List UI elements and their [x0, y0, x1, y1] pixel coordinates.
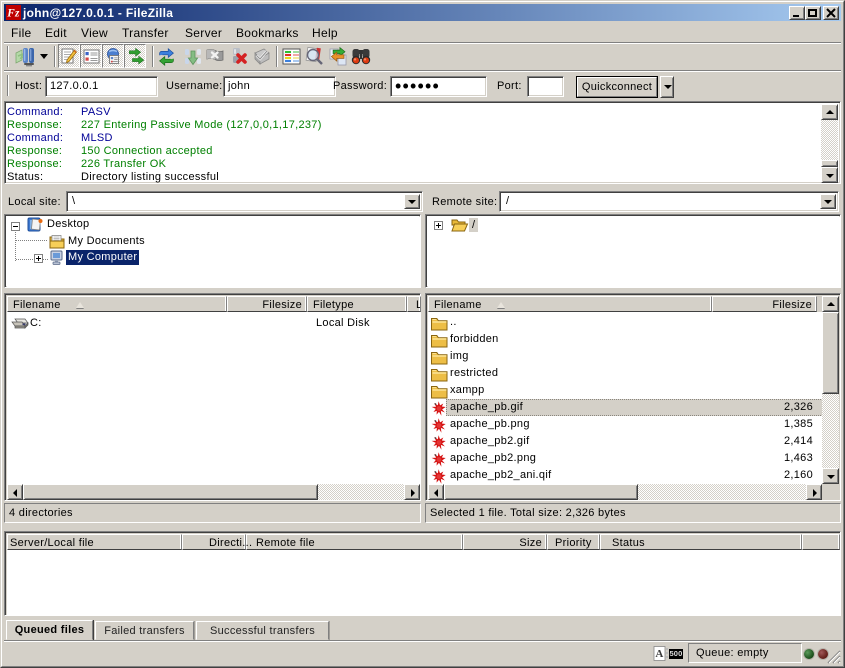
- svg-text:A: A: [655, 648, 663, 660]
- svg-text:Fz: Fz: [6, 8, 20, 20]
